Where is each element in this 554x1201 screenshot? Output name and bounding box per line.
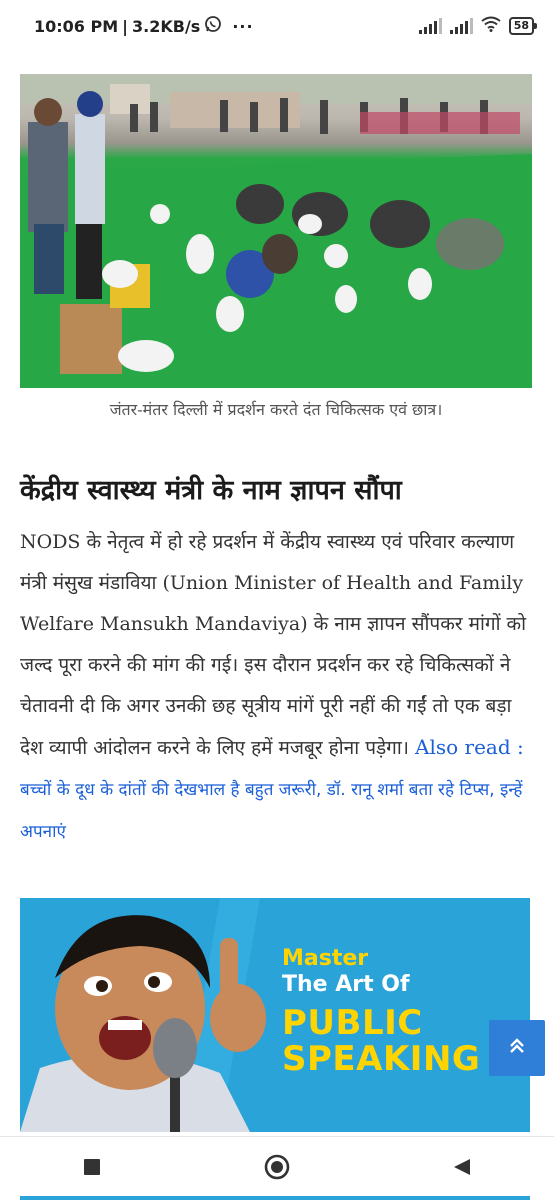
more-dots-icon: ··· (232, 16, 254, 36)
battery-icon: 58 (508, 17, 538, 35)
scroll-to-top-button[interactable] (489, 1020, 545, 1076)
home-button[interactable] (257, 1149, 297, 1189)
recents-button[interactable] (72, 1149, 112, 1189)
next-ad-strip (20, 1196, 530, 1200)
system-nav-bar (0, 1136, 554, 1201)
ad-banner[interactable]: Master The Art Of PUBLIC SPEAKING (20, 898, 530, 1132)
status-time: 10:06 PM (34, 16, 119, 36)
whatsapp-icon (204, 15, 222, 37)
ad-line-master: Master (282, 946, 369, 971)
ad-text: Master The Art Of PUBLIC SPEAKING (282, 946, 481, 1079)
ad-line-public: PUBLIC (282, 1003, 423, 1043)
also-read-title: बच्चों के दूध के दांतों की देखभाल है बहु… (20, 780, 523, 842)
article-paragraph: NODS के नेतृत्व में हो रहे प्रदर्शन में … (20, 522, 534, 853)
also-read-label: Also read : (415, 735, 524, 759)
signal-2-icon (449, 18, 473, 34)
square-icon (83, 1158, 101, 1180)
status-net-speed: 3.2KB/s (132, 16, 201, 36)
status-left: 10:06 PM | 3.2KB/s ··· (34, 15, 254, 37)
status-right: 58 (418, 16, 538, 36)
home-circle-icon (263, 1153, 291, 1185)
paragraph-text: NODS के नेतृत्व में हो रहे प्रदर्शन में … (20, 531, 527, 759)
double-chevron-up-icon (506, 1035, 528, 1061)
back-button[interactable] (442, 1149, 482, 1189)
ad-line-speaking: SPEAKING (282, 1039, 481, 1079)
photo-caption: जंतर-मंतर दिल्ली में प्रदर्शन करते दंत च… (109, 400, 443, 419)
status-separator: | (122, 16, 128, 36)
back-triangle-icon (452, 1157, 472, 1181)
status-bar: 10:06 PM | 3.2KB/s ··· 58 (0, 0, 554, 52)
ad-line-art-of: The Art Of (282, 972, 410, 997)
section-heading: केंद्रीय स्वास्थ्य मंत्री के नाम ज्ञापन … (20, 475, 402, 506)
signal-1-icon (418, 18, 442, 34)
article-photo (20, 74, 532, 388)
wifi-icon (481, 16, 501, 36)
